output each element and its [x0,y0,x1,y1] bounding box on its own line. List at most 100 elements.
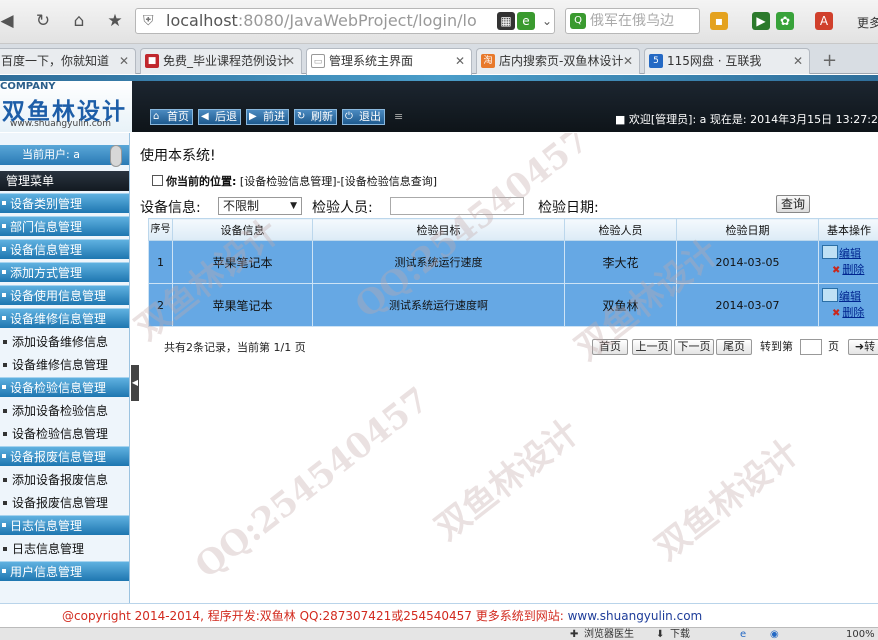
back-icon[interactable]: ◀ [0,8,20,34]
address-bar[interactable]: ⛨ localhost:8080/JavaWebProject/login/lo [135,8,555,34]
menu-label: 设备使用信息管理 [10,289,107,303]
home-icon[interactable]: ⌂ [66,8,92,34]
menu-group-16[interactable]: 用户信息管理 [0,561,129,581]
engine-e-icon[interactable]: e [517,12,535,30]
query-button[interactable]: 查询 [776,195,810,213]
back-button[interactable]: ◀ 后退 [198,109,241,125]
zoom-level[interactable]: 100% [846,628,875,640]
browser-doctor-icon[interactable]: ✚ [570,628,578,640]
bullet-icon [3,432,7,436]
edit-icon[interactable] [822,245,838,259]
last-page-button[interactable]: 尾页 [716,339,752,355]
favorite-star-icon[interactable]: ★ [102,8,128,34]
device-select[interactable]: 不限制 ▼ [218,197,302,215]
tab-baidu[interactable]: 百 百度一下，你就知道 ✕ [0,48,136,74]
globe-icon[interactable]: ◉ [770,628,779,640]
translate-icon[interactable]: A [815,12,833,30]
menu-group-5[interactable]: 设备维修信息管理 [0,308,129,328]
tab-label: 115网盘 · 互联我 [667,54,762,68]
delete-icon[interactable]: ✖ [832,308,840,319]
menu-item-15[interactable]: 日志信息管理 [0,538,129,560]
next-page-button[interactable]: 下一页 [674,339,714,355]
menu-label: 日志信息管理 [10,519,83,533]
menu-group-4[interactable]: 设备使用信息管理 [0,285,129,305]
menu-group-14[interactable]: 日志信息管理 [0,515,129,535]
page-unit-label: 页 [828,340,839,353]
tab-admin-main[interactable]: ▭ 管理系统主界面 ✕ [306,48,472,75]
menu-group-2[interactable]: 设备信息管理 [0,239,129,259]
edit-icon[interactable] [822,288,838,302]
table-row: 2 苹果笔记本 测试系统运行速度啊 双鱼林 2014-03-07 编辑 ✖ 删除 [148,283,878,327]
menu-item-13[interactable]: 设备报废信息管理 [0,492,129,514]
close-tab-icon[interactable]: ✕ [623,49,633,73]
menu-label: 添加设备维修信息 [12,335,109,349]
tab-115-disk[interactable]: 5 115网盘 · 互联我 ✕ [644,48,810,74]
qr-code-icon[interactable]: ▦ [497,12,515,30]
browser-statusbar: ✚ 浏览器医生 ⬇ 下载 e ◉ 100% [0,627,878,640]
goto-button[interactable]: ➜转 [848,339,878,355]
browser-doctor-label[interactable]: 浏览器医生 [584,628,634,640]
menu-label: 设备类别管理 [10,197,83,211]
tab-free-course[interactable]: ■ 免费_毕业课程范例设计 ✕ [140,48,302,74]
delete-link[interactable]: 删除 [842,306,864,319]
dropdown-chevron-icon[interactable]: ⌄ [538,12,556,30]
logo-company: COMPANY [0,81,56,92]
logout-button[interactable]: ⏻ 退出 [342,109,385,125]
menu-label: 添加方式管理 [10,266,83,280]
close-tab-icon[interactable]: ✕ [793,49,803,73]
power-icon: ⏻ [345,111,353,122]
menu-item-6[interactable]: 添加设备维修信息 [0,331,129,353]
prev-page-button[interactable]: 上一页 [632,339,672,355]
menu-group-0[interactable]: 设备类别管理 [0,193,129,213]
refresh-icon: ↻ [297,111,306,122]
taobao-favicon-icon: 淘 [481,54,495,68]
search-input[interactable]: Q 俄军在俄乌边 [565,8,700,34]
delete-link[interactable]: 删除 [842,263,864,276]
edit-link[interactable]: 编辑 [839,247,861,260]
video-play-icon[interactable]: ▶ [752,12,770,30]
forward-button[interactable]: ▶ 前进 [246,109,289,125]
menu-group-3[interactable]: 添加方式管理 [0,262,129,282]
edit-link[interactable]: 编辑 [839,290,861,303]
apps-grid-icon[interactable]: ▪ [710,12,728,30]
inspector-label: 检验人员: [312,200,373,216]
home-button[interactable]: ⌂ 首页 [150,109,193,125]
menu-group-8[interactable]: 设备检验信息管理 [0,377,129,397]
bullet-icon [2,316,6,320]
shield-extension-icon[interactable]: ✿ [776,12,794,30]
refresh-button[interactable]: ↻ 刷新 [294,109,337,125]
bullet-icon [3,363,7,367]
ie-icon[interactable]: e [740,628,746,640]
download-icon[interactable]: ⬇ [656,628,664,640]
menu-item-7[interactable]: 设备维修信息管理 [0,354,129,376]
bullet-icon [2,293,6,297]
close-tab-icon[interactable]: ✕ [455,49,465,73]
tab-store-search[interactable]: 淘 店内搜索页-双鱼林设计 ✕ [476,48,640,74]
goto-page-input[interactable] [800,339,822,355]
delete-icon[interactable]: ✖ [832,265,840,276]
inspector-input[interactable] [390,197,524,215]
cell-target: 测试系统运行速度 [312,240,565,284]
close-tab-icon[interactable]: ✕ [285,49,295,73]
menu-item-9[interactable]: 添加设备检验信息 [0,400,129,422]
reload-icon[interactable]: ↻ [30,8,56,34]
first-page-button[interactable]: 首页 [592,339,628,355]
sidebar-collapse-icon[interactable]: ◀ [131,365,139,401]
date-input[interactable] [610,197,760,215]
menu-item-10[interactable]: 设备检验信息管理 [0,423,129,445]
menu-group-11[interactable]: 设备报废信息管理 [0,446,129,466]
main-content: 使用本系统! 你当前的位置: [设备检验信息管理]-[设备检验信息查询] 设备信… [140,133,878,603]
menu-item-12[interactable]: 添加设备报废信息 [0,469,129,491]
site-info-icon[interactable]: ⛨ [143,9,154,33]
menu-group-1[interactable]: 部门信息管理 [0,216,129,236]
col-header-ops: 基本操作 [818,218,878,241]
close-tab-icon[interactable]: ✕ [119,49,129,73]
date-label: 检验日期: [538,200,599,216]
more-menu-label[interactable]: 更多 [857,14,878,31]
footer-site-link[interactable]: www.shuangyulin.com [568,609,703,623]
filter-bar: 设备信息: 不限制 ▼ 检验人员: 检验日期: 查询 [140,195,878,217]
download-label[interactable]: 下载 [670,628,690,640]
new-tab-icon[interactable]: + [822,51,837,71]
pager: 共有2条记录，当前第 1/1 页 首页 上一页 下一页 尾页 转到第 页 ➜转 [148,337,878,355]
arrow-left-icon: ◀ [201,111,209,122]
